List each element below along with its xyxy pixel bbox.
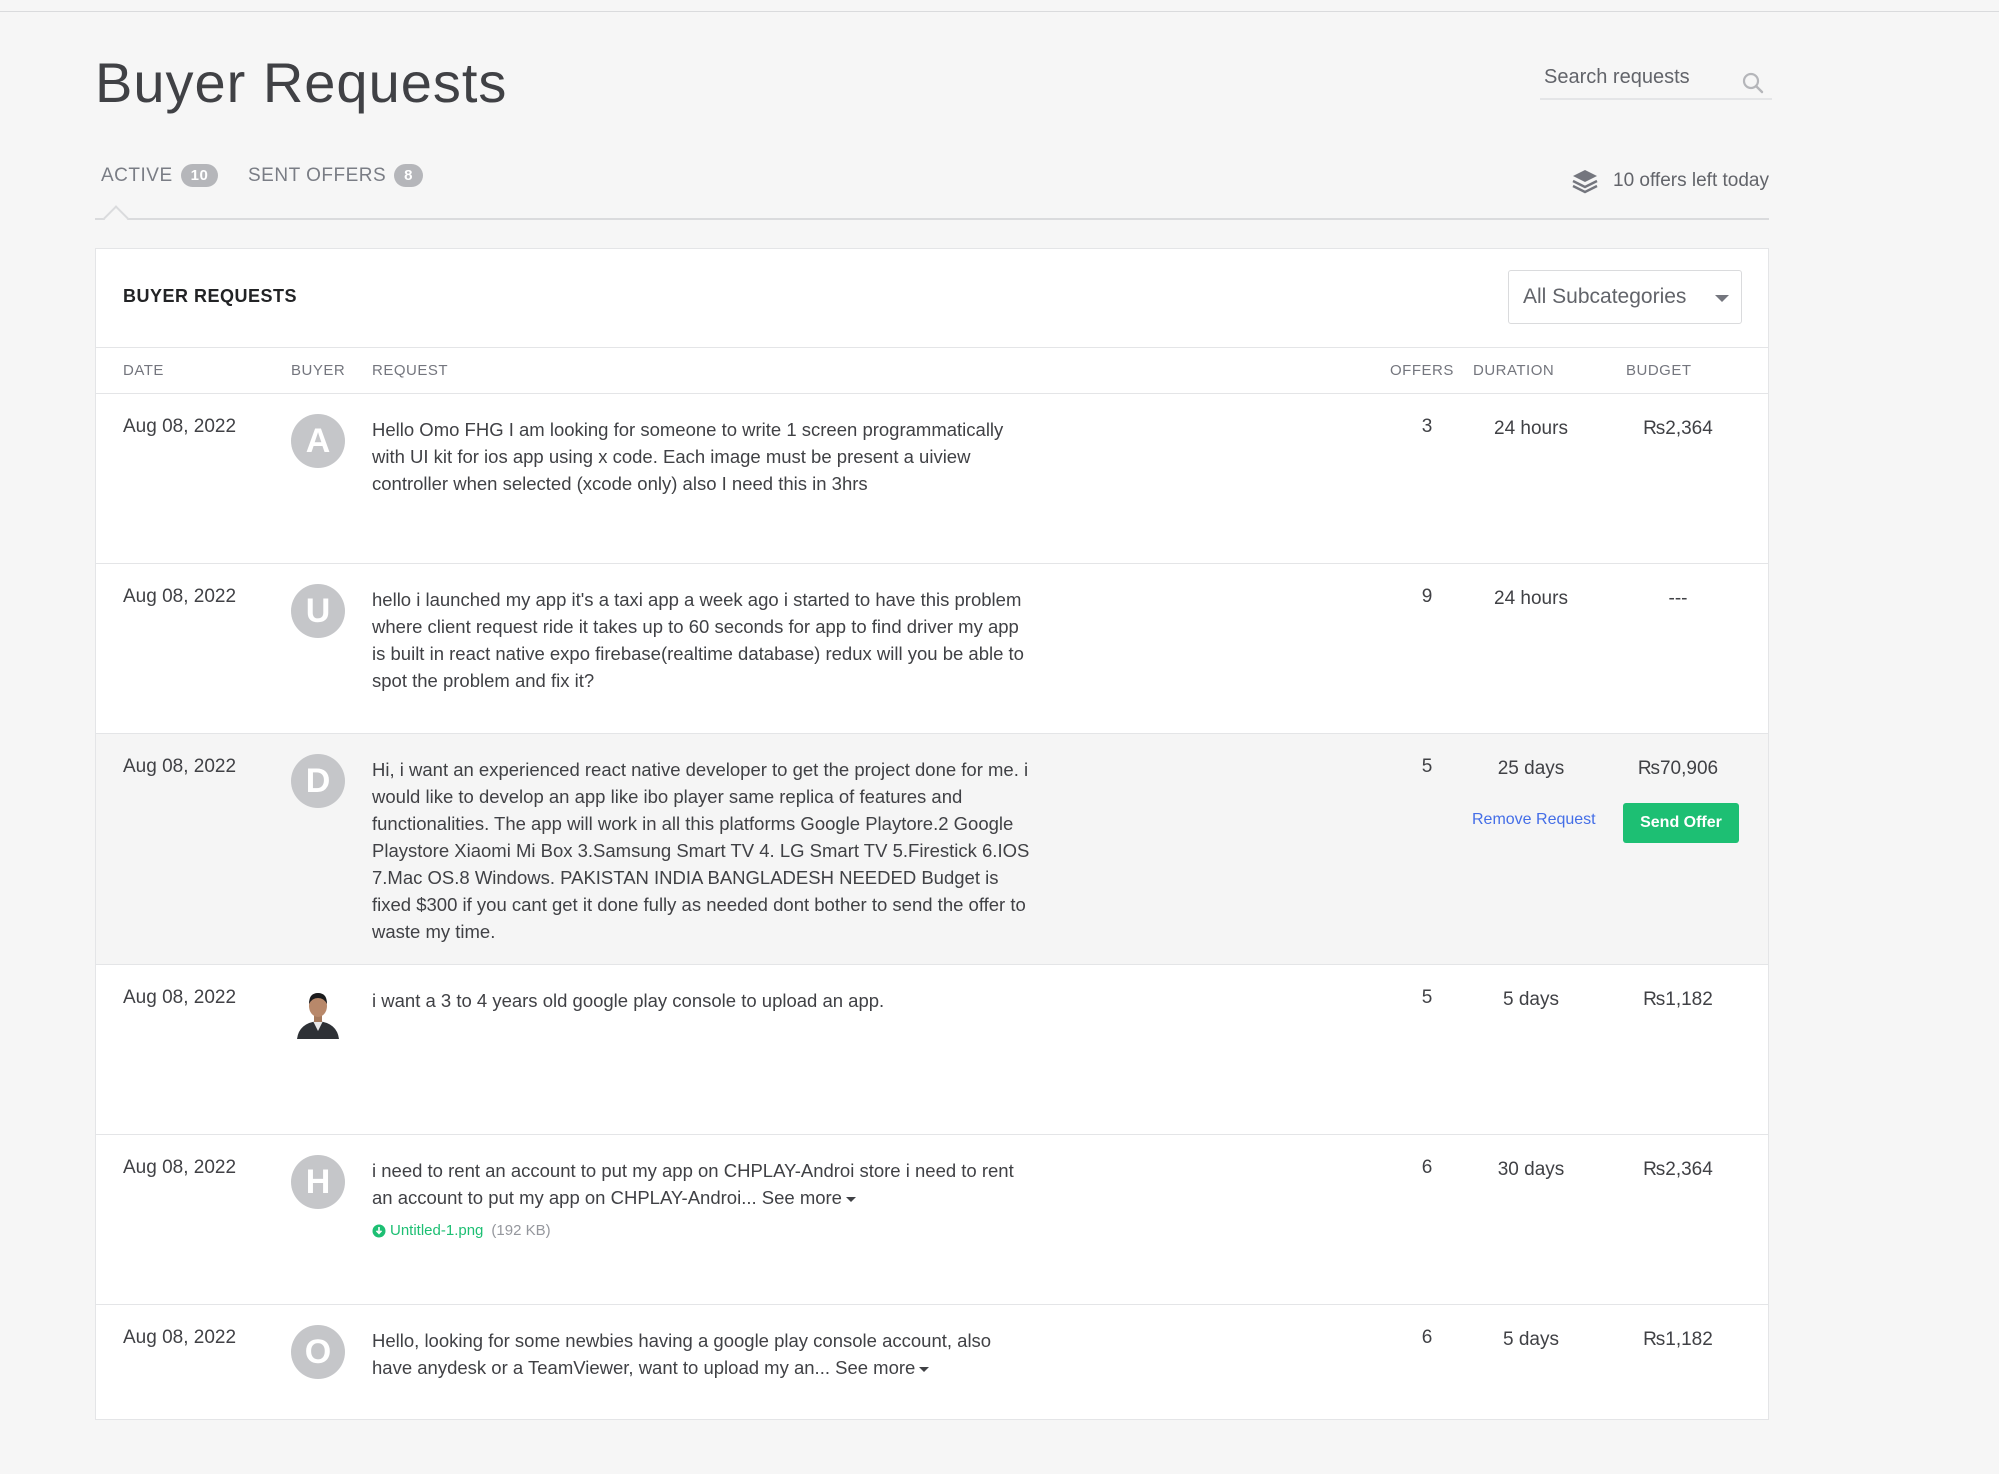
chevron-down-icon (1715, 295, 1729, 302)
tab-active-count: 10 (180, 164, 219, 187)
see-more-link[interactable]: See more (762, 1187, 856, 1208)
download-icon (372, 1224, 386, 1237)
caret-down-icon (919, 1366, 930, 1372)
subcategory-select[interactable]: All Subcategories (1508, 270, 1742, 324)
table-header: DATE BUYER REQUEST OFFERS DURATION BUDGE… (96, 348, 1768, 394)
tab-sent-offers[interactable]: SENT OFFERS 8 (248, 164, 424, 187)
attachment[interactable]: Untitled-1.png (192 KB) (372, 1222, 551, 1239)
offers-left: 10 offers left today (1571, 168, 1769, 194)
table-row[interactable]: Aug 08, 2022 U hello i launched my app i… (96, 564, 1768, 734)
see-more-label: See more (761, 1187, 842, 1208)
row-duration: 5 days (1503, 1329, 1559, 1350)
see-more-link[interactable]: See more (835, 1357, 930, 1378)
subcategory-selected: All Subcategories (1523, 285, 1687, 308)
col-duration: DURATION (1473, 362, 1555, 379)
avatar: A (291, 414, 345, 468)
top-bar (0, 0, 1999, 12)
avatar-photo (291, 985, 345, 1039)
buyer-requests-panel: BUYER REQUESTS All Subcategories DATE BU… (95, 248, 1769, 1420)
table-row[interactable]: Aug 08, 2022 O Hello, looking for some n… (96, 1305, 1768, 1474)
col-date: DATE (123, 362, 164, 379)
tab-sent-offers-label: SENT OFFERS (248, 164, 387, 186)
see-more-label: See more (835, 1357, 916, 1378)
row-date: Aug 08, 2022 (123, 756, 237, 777)
avatar: D (291, 754, 345, 808)
row-budget: ₨2,364 (1643, 418, 1713, 439)
row-duration: 24 hours (1494, 588, 1568, 609)
row-request: Hello Omo FHG I am looking for someone t… (372, 419, 1004, 494)
remove-request-link[interactable]: Remove Request (1472, 811, 1596, 829)
row-budget: ₨1,182 (1643, 1329, 1713, 1350)
send-offer-button[interactable]: Send Offer (1623, 803, 1739, 843)
tab-active[interactable]: ACTIVE 10 (101, 164, 219, 187)
row-budget: ₨70,906 (1637, 758, 1719, 779)
row-date: Aug 08, 2022 (123, 1157, 237, 1178)
row-request: i need to rent an account to put my app … (372, 1157, 1032, 1211)
row-request-text: i need to rent an account to put my app … (372, 1160, 1014, 1208)
search-icon[interactable] (1742, 72, 1764, 94)
page-title: Buyer Requests (95, 51, 508, 114)
user-photo-icon (291, 985, 345, 1039)
col-buyer: BUYER (291, 362, 346, 379)
row-request: Hello, looking for some newbies having a… (372, 1327, 1032, 1381)
row-duration: 5 days (1503, 989, 1559, 1010)
search-box[interactable] (1540, 62, 1772, 100)
row-request: i want a 3 to 4 years old google play co… (372, 990, 885, 1011)
row-duration: 25 days (1497, 758, 1565, 779)
table-row[interactable]: Aug 08, 2022 A Hello Omo FHG I am lookin… (96, 394, 1768, 564)
row-request: Hi, i want an experienced react native d… (372, 759, 1030, 942)
row-duration: 24 hours (1494, 418, 1568, 439)
tabs-bar: ACTIVE 10 SENT OFFERS 8 10 offers left t… (95, 160, 1769, 231)
row-request: hello i launched my app it's a taxi app … (372, 589, 1024, 691)
layers-icon (1572, 170, 1598, 194)
search-input[interactable] (1540, 62, 1734, 89)
attachment-name[interactable]: Untitled-1.png (390, 1222, 483, 1239)
avatar: H (291, 1155, 345, 1209)
row-date: Aug 08, 2022 (123, 987, 237, 1008)
attachment-size: (192 KB) (491, 1222, 551, 1239)
panel-header: BUYER REQUESTS All Subcategories (96, 249, 1768, 348)
row-budget: ₨1,182 (1643, 989, 1713, 1010)
avatar: O (291, 1325, 345, 1379)
row-date: Aug 08, 2022 (123, 586, 237, 607)
col-request: REQUEST (372, 362, 449, 379)
table-row[interactable]: Aug 08, 2022 H i need to rent an account… (96, 1135, 1768, 1305)
avatar: U (291, 584, 345, 638)
offers-left-text: 10 offers left today (1613, 170, 1769, 191)
caret-down-icon (845, 1196, 856, 1202)
table-row[interactable]: Aug 08, 2022 i want a 3 to 4 years old g… (96, 965, 1768, 1135)
tab-active-label: ACTIVE (101, 164, 173, 186)
row-budget: --- (1668, 588, 1688, 609)
table-row[interactable]: Aug 08, 2022 D Hi, i want an experienced… (96, 734, 1768, 965)
tab-sent-offers-count: 8 (394, 164, 424, 187)
active-tab-indicator (103, 205, 129, 231)
col-offers: OFFERS (1390, 362, 1454, 379)
row-duration: 30 days (1497, 1159, 1565, 1180)
row-date: Aug 08, 2022 (123, 416, 237, 437)
panel-title: BUYER REQUESTS (123, 286, 298, 306)
row-date: Aug 08, 2022 (123, 1327, 237, 1348)
col-budget: BUDGET (1626, 362, 1692, 379)
row-budget: ₨2,364 (1643, 1159, 1713, 1180)
